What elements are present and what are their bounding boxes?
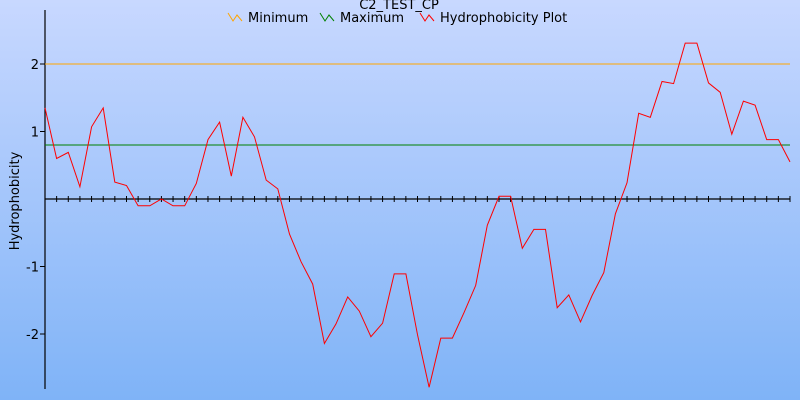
y-tick-label: -1 — [26, 261, 39, 276]
y-tick-label: -2 — [26, 328, 39, 343]
legend-label: Maximum — [340, 11, 404, 26]
y-tick-label: 2 — [31, 58, 39, 73]
chart-canvas: C2_TEST_CP Minimum Maximum Hydrophobicity … — [0, 0, 800, 400]
y-tick-label: 1 — [31, 126, 39, 141]
legend-label: Hydrophobicity Plot — [440, 11, 567, 26]
legend: Minimum Maximum Hydrophobicity Plot — [227, 11, 567, 26]
legend-label: Minimum — [248, 11, 308, 26]
legend-item: Hydrophobicity Plot — [419, 11, 567, 26]
y-axis-label: Hydrophobicity — [8, 151, 23, 250]
hydrophobicity-chart: C2_TEST_CP Minimum Maximum Hydrophobicity … — [0, 0, 800, 400]
